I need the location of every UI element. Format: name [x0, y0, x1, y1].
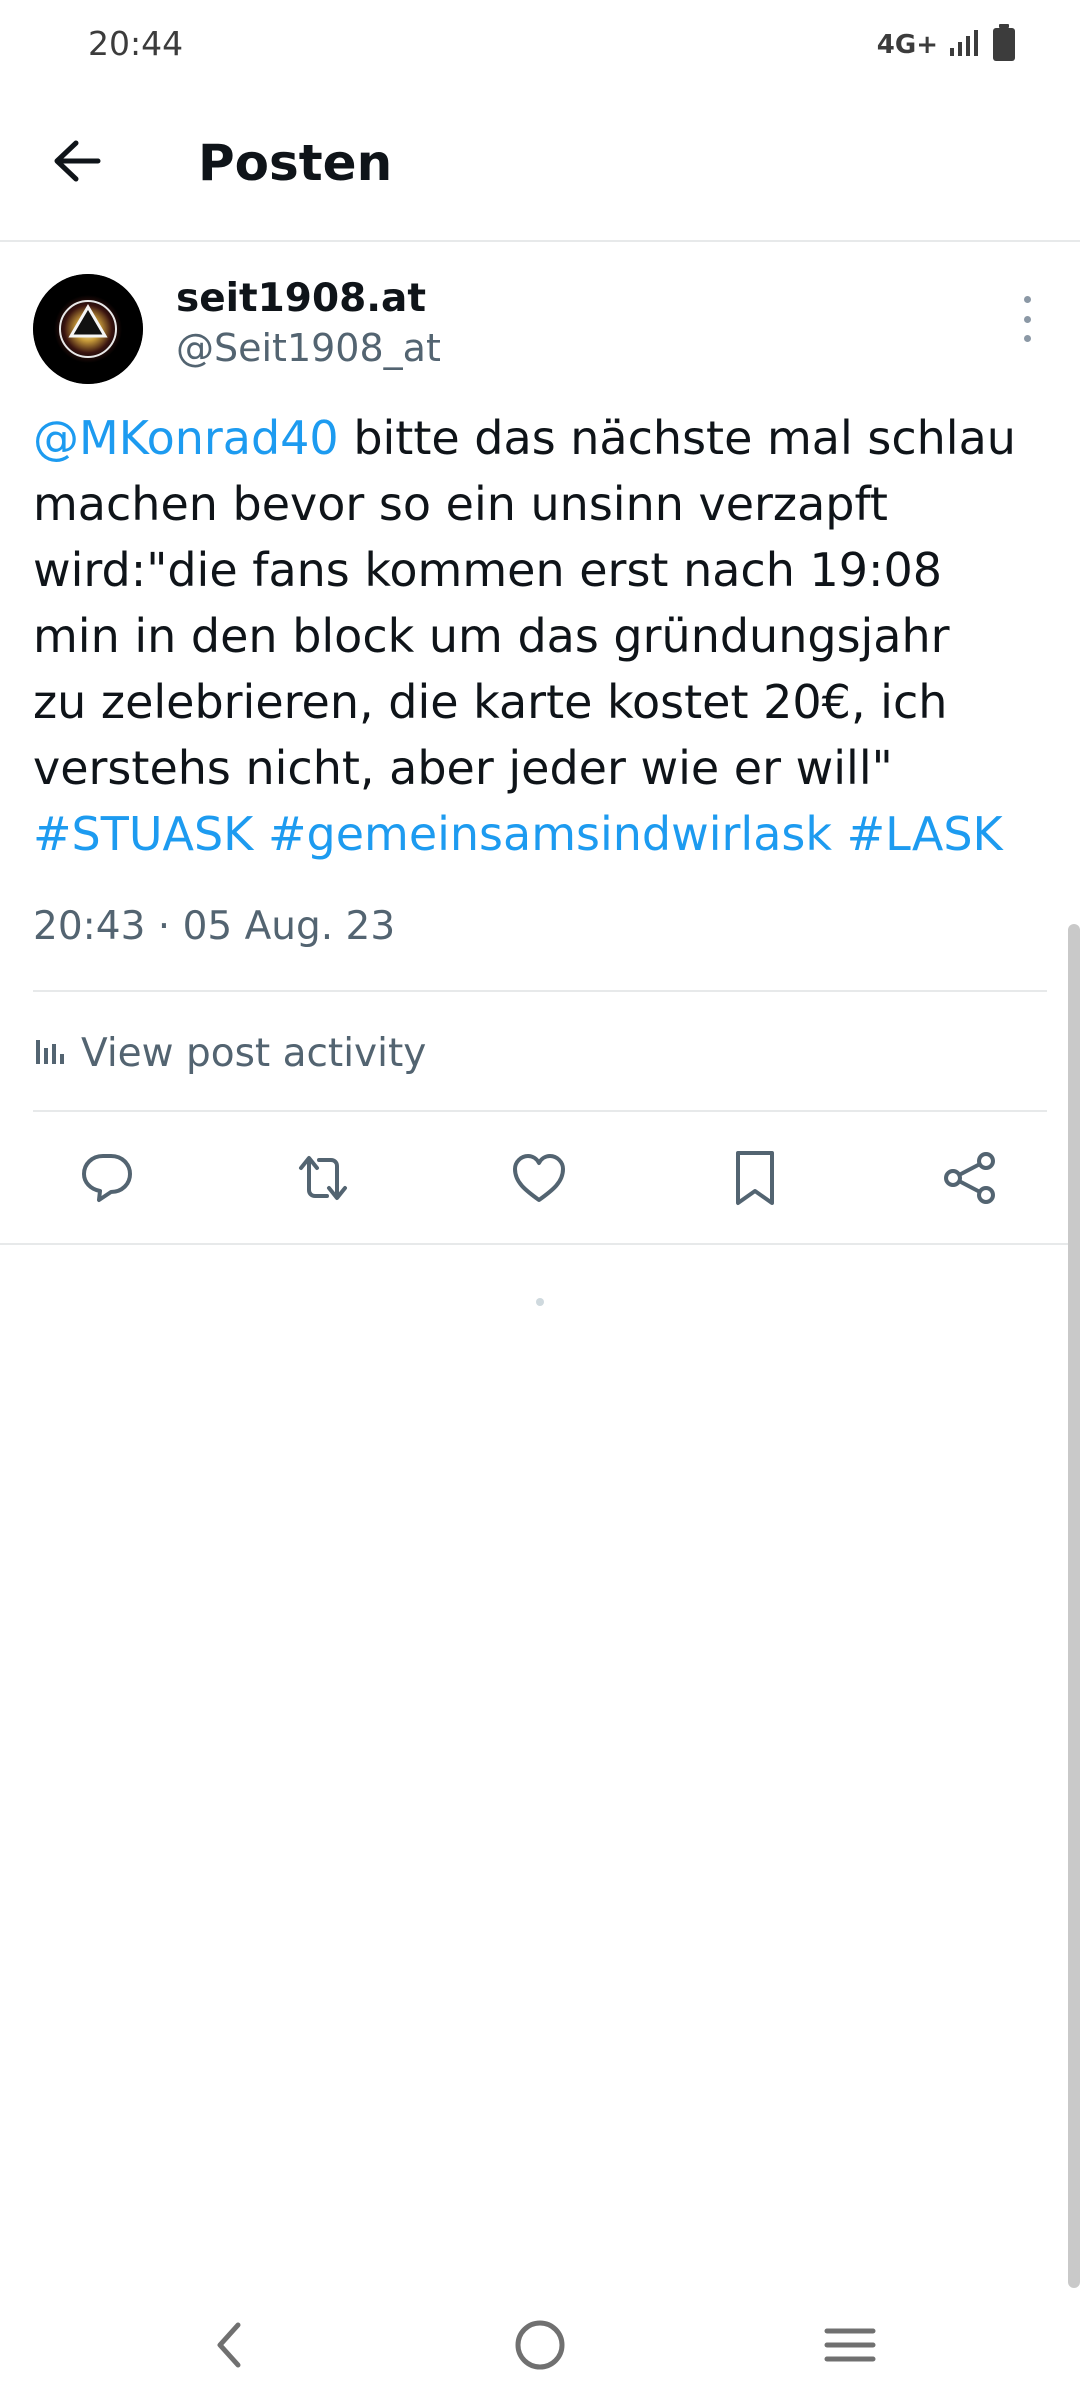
hashtag-link[interactable]: #LASK: [847, 807, 1003, 861]
more-dot-icon: [1023, 296, 1031, 303]
nav-recents-icon: [823, 2323, 877, 2371]
share-button[interactable]: [940, 1150, 1000, 1210]
post-line-text: bitte das nächste mal schlau: [338, 411, 1016, 465]
repost-button[interactable]: [293, 1150, 353, 1210]
post-line: verstehs nicht, aber jeder wie er will": [33, 741, 893, 795]
system-nav-bar: [0, 2294, 1080, 2404]
action-row: [0, 1122, 1080, 1234]
post-line: wird:"die fans kommen erst nach 19:08: [33, 543, 943, 597]
mention-link[interactable]: @MKonrad40: [33, 411, 339, 465]
more-dot-icon: [1023, 315, 1031, 323]
screen: 20:44 4G+ Posten seit1908.at @Seit1908_a…: [0, 0, 1080, 2404]
header: Posten: [0, 90, 1080, 242]
avatar[interactable]: [33, 274, 143, 384]
arrow-left-icon: [52, 139, 102, 187]
scrollbar[interactable]: [1068, 924, 1080, 2288]
more-options-button[interactable]: [1012, 296, 1042, 342]
battery-icon: [992, 24, 1016, 66]
nav-back-button[interactable]: [190, 2312, 270, 2382]
divider: [33, 990, 1047, 992]
bar-chart-icon: [33, 1034, 67, 1072]
post-line: zu zelebrieren, die karte kostet 20€, ic…: [33, 675, 948, 729]
post-text: @MKonrad40 bitte das nächste mal schlau …: [33, 405, 1043, 867]
page-title: Posten: [198, 134, 393, 192]
share-icon: [942, 1150, 998, 1210]
user-handle[interactable]: @Seit1908_at: [176, 326, 441, 370]
view-post-activity-button[interactable]: View post activity: [33, 1020, 426, 1086]
nav-home-icon: [513, 2318, 567, 2376]
reply-button[interactable]: [77, 1150, 137, 1210]
post-timestamp[interactable]: 20:43 · 05 Aug. 23: [33, 904, 395, 949]
like-icon: [511, 1152, 567, 1208]
back-button[interactable]: [44, 130, 110, 196]
hashtag-link[interactable]: #STUASK: [33, 807, 253, 861]
bookmark-button[interactable]: [725, 1150, 785, 1210]
network-label: 4G+: [876, 30, 938, 60]
post-line: machen bevor so ein unsinn verzapft: [33, 477, 888, 531]
display-name[interactable]: seit1908.at: [176, 276, 426, 321]
more-dot-icon: [1023, 335, 1031, 342]
status-bar: 20:44 4G+: [0, 0, 1080, 90]
bookmark-icon: [732, 1149, 778, 1211]
activity-label: View post activity: [81, 1030, 427, 1076]
like-button[interactable]: [509, 1150, 569, 1210]
divider: [33, 1110, 1047, 1112]
signal-icon: [948, 28, 982, 62]
status-icons: 4G+: [877, 24, 1016, 66]
nav-back-icon: [210, 2320, 250, 2374]
post-line-hashtags: #STUASK #gemeinsamsindwirlask #LASK: [33, 801, 1043, 867]
repost-icon: [293, 1150, 353, 1210]
status-time: 20:44: [88, 24, 184, 63]
nav-home-button[interactable]: [500, 2312, 580, 2382]
hashtag-link[interactable]: #gemeinsamsindwirlask: [268, 807, 832, 861]
nav-recents-button[interactable]: [810, 2312, 890, 2382]
post-line: min in den block um das gründungsjahr: [33, 609, 950, 663]
reply-icon: [79, 1150, 135, 1210]
divider: [0, 1243, 1080, 1245]
post-line: @MKonrad40 bitte das nächste mal schlau: [33, 405, 1043, 471]
loading-indicator: [536, 1298, 544, 1306]
